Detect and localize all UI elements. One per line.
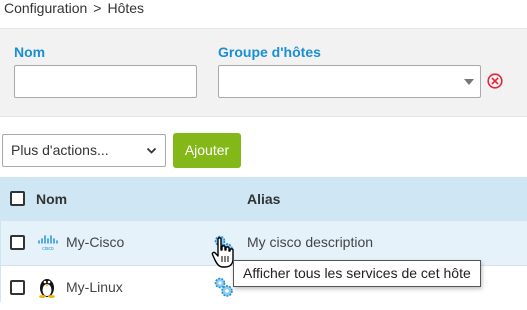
linux-penguin-icon: [39, 279, 55, 298]
tooltip: Afficher tous les services de cet hôte: [233, 260, 481, 287]
name-filter-label: Nom: [14, 44, 46, 60]
hostgroup-filter-label: Groupe d'hôtes: [218, 44, 321, 60]
host-name-link[interactable]: My-Cisco: [66, 234, 124, 250]
chevron-down-icon: [146, 147, 157, 154]
breadcrumb: Configuration > Hôtes: [4, 0, 144, 18]
add-button[interactable]: Ajouter: [173, 133, 241, 168]
host-alias: My cisco description: [247, 234, 374, 250]
breadcrumb-separator: >: [93, 0, 102, 16]
filter-panel: Nom Groupe d'hôtes: [0, 28, 527, 117]
table-row[interactable]: cisco My-Cisco My cisco description: [1, 221, 527, 265]
svg-text:cisco: cisco: [42, 246, 54, 251]
more-actions-select[interactable]: Plus d'actions...: [2, 134, 166, 167]
dropdown-arrow-icon[interactable]: [464, 79, 474, 85]
select-all-checkbox[interactable]: [10, 191, 25, 206]
clear-filter-icon[interactable]: [487, 73, 503, 89]
breadcrumb-item-configuration[interactable]: Configuration: [4, 0, 87, 16]
breadcrumb-item-hosts: Hôtes: [107, 0, 145, 16]
hostgroup-filter-select[interactable]: [218, 65, 481, 98]
cisco-logo-icon: cisco: [38, 235, 58, 251]
more-actions-label: Plus d'actions...: [11, 142, 109, 158]
row-checkbox[interactable]: [10, 235, 25, 250]
table-header: Nom Alias: [1, 177, 527, 221]
column-header-alias[interactable]: Alias: [247, 191, 280, 207]
name-filter-input[interactable]: [14, 65, 197, 98]
gear-icon[interactable]: [212, 276, 234, 298]
row-checkbox[interactable]: [10, 280, 25, 295]
host-name-link[interactable]: My-Linux: [66, 279, 123, 295]
column-header-name[interactable]: Nom: [36, 191, 67, 207]
